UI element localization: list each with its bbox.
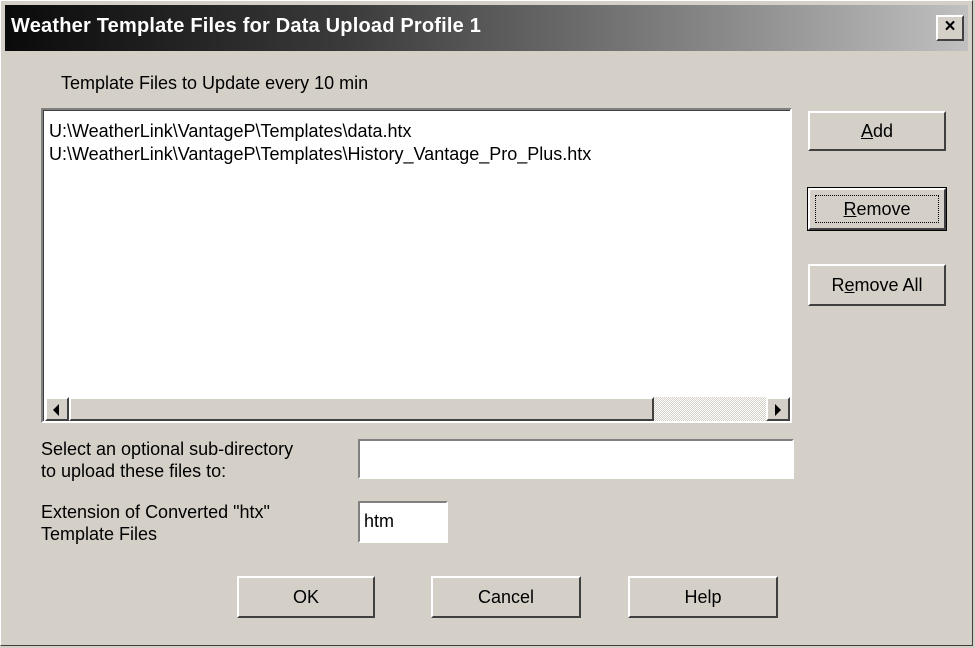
list-label: Template Files to Update every 10 min	[61, 73, 369, 93]
window-title: Weather Template Files for Data Upload P…	[11, 15, 482, 37]
list-item[interactable]: U:\WeatherLink\VantageP\Templates\Histor…	[49, 144, 591, 165]
add-button-label-post: dd	[872, 121, 894, 141]
scroll-left-button[interactable]	[45, 397, 69, 421]
remove-button[interactable]: Remove	[807, 187, 947, 231]
remove-all-button-label-post: move All	[854, 275, 923, 295]
title-bar[interactable]: Weather Template Files for Data Upload P…	[5, 5, 968, 51]
close-icon: ×	[944, 16, 956, 37]
subdir-input[interactable]	[362, 443, 792, 473]
dialog-window: Weather Template Files for Data Upload P…	[0, 0, 973, 646]
scroll-right-button[interactable]	[766, 397, 790, 421]
extension-input[interactable]	[362, 505, 446, 537]
ok-button-label: OK	[292, 587, 319, 607]
extension-label-line2: Template Files	[41, 524, 158, 544]
add-button-hotkey: A	[860, 121, 873, 141]
subdir-label-line2: to upload these files to:	[41, 461, 227, 481]
focus-rectangle	[815, 195, 939, 223]
extension-field[interactable]	[358, 501, 448, 543]
arrow-right-icon	[775, 404, 781, 416]
remove-all-button-hotkey: e	[844, 275, 855, 295]
scroll-thumb[interactable]	[69, 397, 654, 421]
cancel-button-label: Cancel	[477, 587, 535, 607]
subdir-field[interactable]	[358, 439, 794, 479]
help-button[interactable]: Help	[628, 576, 778, 618]
list-item[interactable]: U:\WeatherLink\VantageP\Templates\data.h…	[49, 121, 412, 142]
help-button-label: Help	[684, 587, 722, 607]
template-file-list[interactable]: U:\WeatherLink\VantageP\Templates\data.h…	[41, 108, 792, 423]
extension-label-line1: Extension of Converted "htx"	[41, 502, 270, 522]
remove-all-button[interactable]: Remove All	[808, 264, 946, 306]
remove-all-button-label-pre: R	[831, 275, 845, 295]
ok-button[interactable]: OK	[237, 576, 375, 618]
cancel-button[interactable]: Cancel	[431, 576, 581, 618]
add-button[interactable]: Add	[808, 111, 946, 151]
subdir-label-line1: Select an optional sub-directory	[41, 439, 294, 459]
horizontal-scrollbar[interactable]	[45, 397, 790, 421]
close-button[interactable]: ×	[936, 15, 964, 41]
arrow-left-icon	[53, 404, 59, 416]
